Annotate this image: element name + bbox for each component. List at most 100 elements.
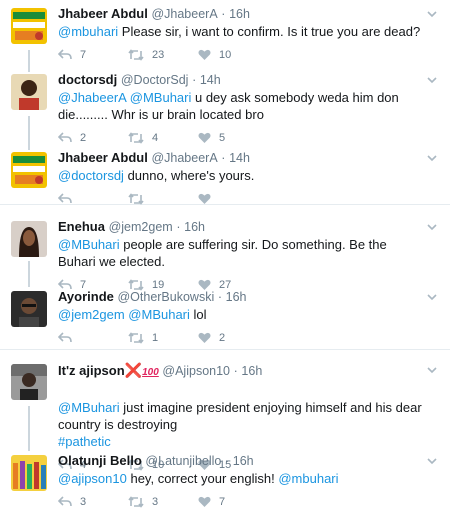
display-name[interactable]: Ayorinde: [58, 289, 114, 304]
mention-link[interactable]: @JhabeerA: [58, 90, 126, 105]
timestamp[interactable]: 14h: [229, 151, 250, 165]
display-name[interactable]: Jhabeer Abdul: [58, 150, 148, 165]
separator-dot: ·: [192, 73, 197, 87]
like-count: 10: [219, 49, 232, 61]
retweet-count: 3: [152, 496, 159, 508]
mention-link[interactable]: @MBuhari: [128, 307, 190, 322]
user-handle[interactable]: @JhabeerA: [151, 7, 217, 21]
display-name[interactable]: Olatunji Bello: [58, 453, 142, 468]
timestamp[interactable]: 14h: [200, 73, 221, 87]
display-name[interactable]: Jhabeer Abdul: [58, 6, 148, 21]
reply-count: 3: [80, 496, 87, 508]
reply-count: 2: [80, 132, 87, 144]
tweet-actions: 1 2: [58, 329, 422, 347]
user-handle[interactable]: @DoctorSdj: [121, 73, 189, 87]
reply-button[interactable]: 3: [58, 496, 128, 508]
tweet[interactable]: Jhabeer Abdul @JhabeerA · 14h @doctorsdj…: [0, 150, 450, 208]
mention-link[interactable]: @mbuhari: [278, 471, 338, 486]
avatar[interactable]: [11, 455, 47, 491]
tweet[interactable]: Ayorinde @OtherBukowski · 16h @jem2gem @…: [0, 289, 450, 347]
chevron-down-icon[interactable]: [426, 74, 438, 86]
like-button[interactable]: 2: [198, 332, 268, 344]
tweet[interactable]: Jhabeer Abdul @JhabeerA · 16h @mbuhari P…: [0, 6, 450, 64]
reply-icon: [58, 193, 72, 204]
reply-count: 7: [80, 49, 87, 61]
user-handle[interactable]: @Ajipson10: [162, 364, 230, 378]
separator-dot: ·: [221, 7, 226, 21]
user-handle[interactable]: @Latunjibello: [145, 454, 221, 468]
like-count: 2: [219, 332, 226, 344]
hundred-points-icon: 100: [142, 367, 159, 378]
chevron-down-icon[interactable]: [426, 364, 438, 376]
retweet-button[interactable]: 3: [128, 496, 198, 508]
retweet-button[interactable]: [128, 193, 198, 205]
avatar[interactable]: [11, 291, 47, 327]
display-name[interactable]: doctorsdj: [58, 72, 117, 87]
like-button[interactable]: 7: [198, 496, 268, 508]
tweet-text-segment: Please sir, i want to confirm. Is it tru…: [118, 24, 421, 39]
tweet[interactable]: doctorsdj @DoctorSdj · 14h @JhabeerA @MB…: [0, 72, 450, 147]
avatar[interactable]: [11, 221, 47, 257]
tweet-header: It'z ajipson❌100 @Ajipson10 · 16h: [58, 362, 422, 381]
tweet-header: Olatunji Bello @Latunjibello · 16h: [58, 453, 422, 469]
reply-button[interactable]: 7: [58, 49, 128, 61]
tweet[interactable]: Olatunji Bello @Latunjibello · 16h @ajip…: [0, 453, 450, 509]
mention-link[interactable]: @mbuhari: [58, 24, 118, 39]
retweet-icon: [128, 132, 144, 144]
user-handle[interactable]: @jem2gem: [109, 220, 173, 234]
avatar[interactable]: [11, 152, 47, 188]
reply-button[interactable]: [58, 332, 128, 344]
display-name[interactable]: It'z ajipson: [58, 363, 125, 378]
mention-link[interactable]: @MBuhari: [130, 90, 192, 105]
heart-icon: [198, 132, 211, 143]
chevron-down-icon[interactable]: [426, 291, 438, 303]
heart-icon: [198, 49, 211, 60]
conversation-2: Enehua @jem2gem · 16h @MBuhari people ar…: [0, 205, 450, 350]
like-button[interactable]: [198, 193, 268, 205]
retweet-button[interactable]: 4: [128, 132, 198, 144]
chevron-down-icon[interactable]: [426, 152, 438, 164]
tweet-header: doctorsdj @DoctorSdj · 14h: [58, 72, 422, 88]
like-button[interactable]: 5: [198, 132, 268, 144]
timestamp[interactable]: 16h: [241, 364, 262, 378]
separator-dot: ·: [224, 454, 230, 468]
reply-button[interactable]: 2: [58, 132, 128, 144]
like-button[interactable]: 10: [198, 49, 268, 61]
chevron-down-icon[interactable]: [426, 8, 438, 20]
timestamp[interactable]: 16h: [233, 454, 254, 468]
chevron-down-icon[interactable]: [426, 221, 438, 233]
avatar[interactable]: [11, 8, 47, 44]
avatar[interactable]: [11, 364, 47, 400]
tweet-text: @ajipson10 hey, correct your english! @m…: [58, 470, 422, 487]
retweet-button[interactable]: 23: [128, 49, 198, 61]
reply-icon: [58, 132, 72, 143]
tweet-text-segment: hey, correct your english!: [126, 471, 279, 486]
hashtag-link[interactable]: #pathetic: [58, 434, 111, 449]
like-count: 7: [219, 496, 226, 508]
tweet[interactable]: Enehua @jem2gem · 16h @MBuhari people ar…: [0, 219, 450, 294]
timestamp[interactable]: 16h: [184, 220, 205, 234]
mention-link[interactable]: @jem2gem: [58, 307, 125, 322]
tweet-header: Enehua @jem2gem · 16h: [58, 219, 422, 235]
reply-icon: [58, 332, 72, 343]
mention-link[interactable]: @MBuhari: [58, 400, 120, 415]
display-name[interactable]: Enehua: [58, 219, 105, 234]
avatar[interactable]: [11, 74, 47, 110]
mention-link[interactable]: @ajipson10: [58, 471, 127, 486]
conversation-3: It'z ajipson❌100 @Ajipson10 · 16h @MBuha…: [0, 350, 450, 509]
reply-icon: [58, 49, 72, 60]
retweet-button[interactable]: 1: [128, 332, 198, 344]
tweet-text: @mbuhari Please sir, i want to confirm. …: [58, 23, 422, 40]
mention-link[interactable]: @doctorsdj: [58, 168, 124, 183]
chevron-down-icon[interactable]: [426, 455, 438, 467]
tweet-text: @MBuhari people are suffering sir. Do so…: [58, 236, 422, 270]
timestamp[interactable]: 16h: [226, 290, 247, 304]
retweet-icon: [128, 49, 144, 61]
user-handle[interactable]: @OtherBukowski: [117, 290, 214, 304]
user-handle[interactable]: @JhabeerA: [151, 151, 217, 165]
like-count: 5: [219, 132, 226, 144]
timestamp[interactable]: 16h: [229, 7, 250, 21]
reply-button[interactable]: [58, 193, 128, 205]
mention-link[interactable]: @MBuhari: [58, 237, 120, 252]
heart-icon: [198, 193, 211, 204]
